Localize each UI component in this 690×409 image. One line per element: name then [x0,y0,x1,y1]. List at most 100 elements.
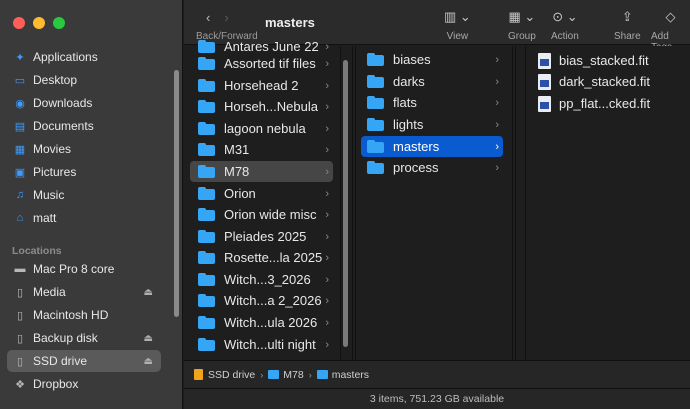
forward-button[interactable]: › [224,10,242,25]
list-item[interactable]: Witch...a 2_2026 › [190,290,333,311]
list-item[interactable]: Assorted tif files › [190,53,333,74]
column-divider[interactable] [515,46,516,360]
list-item[interactable]: Pleiades 2025 › [190,226,333,247]
folder-icon [198,40,215,53]
folder-icon [316,370,328,379]
close-button[interactable] [13,17,25,29]
fit-file-icon [538,73,551,90]
drive-icon: ▯ [16,309,24,322]
folder-icon [198,187,215,200]
chevron-right-icon: › [325,100,329,113]
sidebar-item-ssd-drive[interactable]: ▯ SSD drive ⏏ [7,350,161,372]
list-item[interactable]: lights › [361,114,503,135]
path-segment-masters[interactable]: masters [316,368,370,381]
drive-icon [194,369,203,380]
list-item-selected[interactable]: masters › [361,136,503,157]
view-button[interactable]: ▥ ⌄ View [444,9,471,42]
sidebar-item-label: Music [33,188,65,202]
maximize-button[interactable] [53,17,65,29]
sidebar-item-macintosh-hd[interactable]: ▯ Macintosh HD [7,304,161,326]
list-item[interactable]: flats › [361,92,503,113]
window-title: masters [265,15,315,30]
item-label: M78 [224,164,250,179]
column-1-scrollbar[interactable] [343,60,348,347]
group-label: Group [508,31,536,42]
chevron-right-icon: › [325,338,329,351]
item-label: lights [393,117,424,132]
sidebar-item-home[interactable]: ⌂ matt [7,207,161,229]
folder-icon [198,57,215,70]
sidebar-item-music[interactable]: ♫ Music [7,184,161,206]
sidebar-item-downloads[interactable]: ◉ Downloads [7,92,161,114]
list-item[interactable]: M31 › [190,139,333,160]
eject-icon[interactable]: ⏏ [144,333,153,344]
fit-file-icon [538,52,551,69]
sidebar-item-mac-pro[interactable]: ▬ Mac Pro 8 core [7,258,161,280]
list-item[interactable]: Rosette...la 2025 › [190,247,333,268]
chevron-right-icon: › [325,251,329,264]
item-label: Witch...a 2_2026 [224,293,322,308]
item-label: bias_stacked.fit [559,53,649,68]
column-divider[interactable] [352,46,353,360]
downloads-icon: ◉ [15,97,25,110]
path-segment-drive[interactable]: SSD drive [194,369,255,381]
path-segment-m78[interactable]: M78 [268,369,304,381]
sidebar-item-label: Applications [33,50,98,64]
folder-icon [198,79,215,92]
file-item[interactable]: dark_stacked.fit [534,71,684,92]
chevron-right-icon: › [325,294,329,307]
list-item[interactable]: Witch...3_2026 › [190,269,333,290]
sidebar-item-media[interactable]: ▯ Media ⏏ [7,281,161,303]
folder-icon [198,273,215,286]
computer-icon: ▬ [14,263,26,275]
movies-icon: ▦ [14,143,26,156]
sidebar-item-movies[interactable]: ▦ Movies [7,138,161,160]
eject-icon[interactable]: ⏏ [144,287,153,298]
column-3: bias_stacked.fit dark_stacked.fit pp_fla… [525,46,690,360]
item-label: Witch...ulti night [224,337,316,352]
minimize-button[interactable] [33,17,45,29]
list-item[interactable]: biases › [361,49,503,70]
sidebar-item-backup-disk[interactable]: ▯ Backup disk ⏏ [7,327,161,349]
sidebar-item-dropbox[interactable]: ❖ Dropbox [7,373,161,395]
list-item[interactable]: darks › [361,71,503,92]
list-item[interactable]: Witch...ula 2026 › [190,312,333,333]
group-button[interactable]: ▦ ⌄ Group [508,9,536,42]
view-label: View [446,31,469,42]
path-bar: SSD drive › M78 › masters [184,360,690,388]
share-button[interactable]: ⇪ Share [614,9,641,42]
folder-icon [198,143,215,156]
action-button[interactable]: ⊙ ⌄ Action [551,9,579,42]
folder-icon [367,161,384,174]
list-item[interactable]: process › [361,157,503,178]
list-item[interactable]: lagoon nebula › [190,118,333,139]
desktop-icon: ▭ [14,74,26,87]
music-icon: ♫ [15,189,25,201]
sidebar-item-label: Documents [33,119,94,133]
eject-icon[interactable]: ⏏ [144,356,153,367]
list-item-selected[interactable]: M78 › [190,161,333,182]
sidebar-item-pictures[interactable]: ▣ Pictures [7,161,161,183]
sidebar-item-desktop[interactable]: ▭ Desktop [7,69,161,91]
list-item[interactable]: Orion wide misc › [190,204,333,225]
list-item[interactable]: Horsehead 2 › [190,75,333,96]
list-item[interactable]: Horseh...Nebula › [190,96,333,117]
list-item[interactable]: Witch...ulti night › [190,334,333,355]
locations-heading: Locations [12,245,62,257]
folder-icon [367,75,384,88]
file-item[interactable]: bias_stacked.fit [534,50,684,71]
sidebar-scrollbar[interactable] [174,70,179,317]
status-bar: 3 items, 751.23 GB available [184,388,690,409]
file-item[interactable]: pp_flat...cked.fit [534,93,684,114]
sidebar-item-documents[interactable]: ▤ Documents [7,115,161,137]
folder-icon [198,100,215,113]
item-label: biases [393,52,431,67]
sidebar-item-applications[interactable]: ✦ Applications [7,46,161,68]
chevron-right-icon: › [325,57,329,70]
back-button[interactable]: ‹ [206,10,224,25]
chevron-right-icon: › [495,53,499,66]
sidebar-item-label: Downloads [33,96,93,110]
path-label: masters [331,368,370,381]
list-item[interactable]: Orion › [190,183,333,204]
item-label: Orion [224,186,256,201]
